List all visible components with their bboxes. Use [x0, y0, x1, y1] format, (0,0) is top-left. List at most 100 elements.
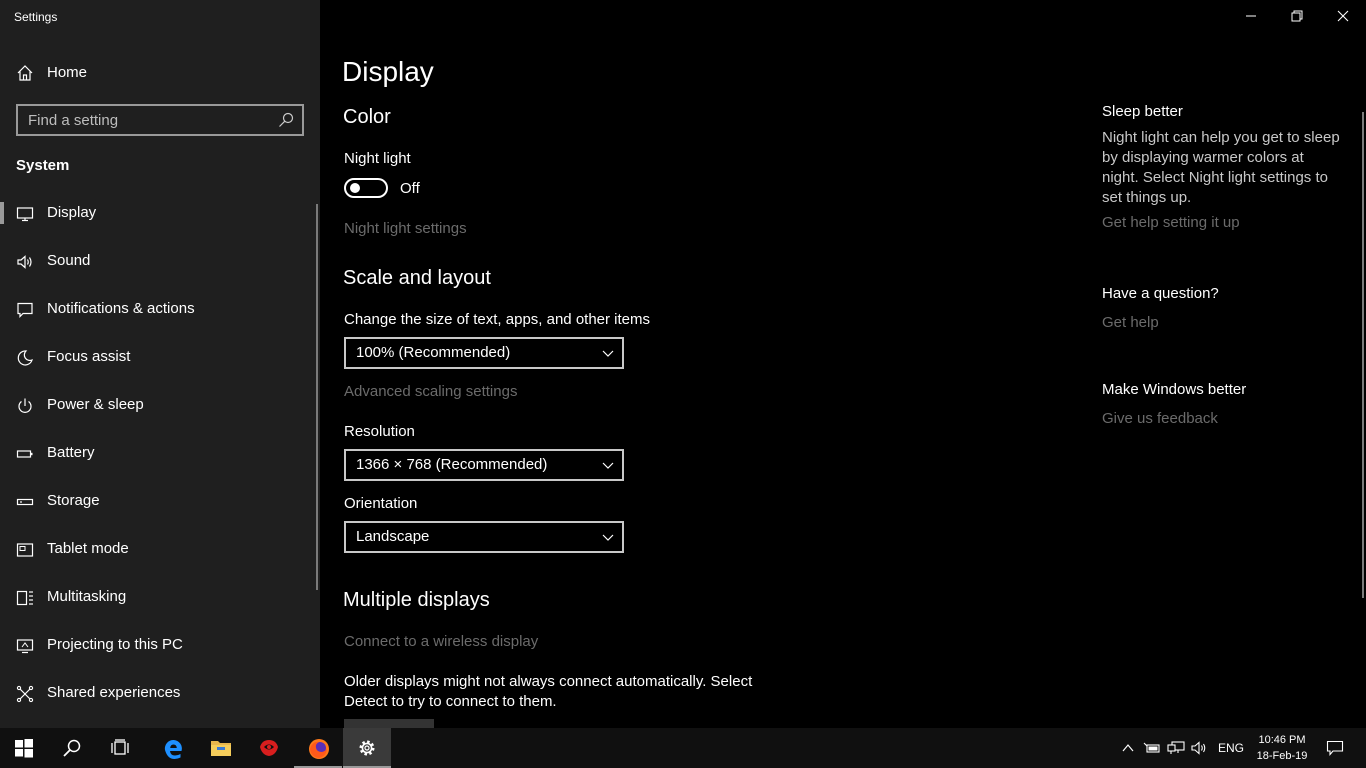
battery-plug-icon — [1143, 742, 1160, 753]
notification-icon — [17, 302, 33, 318]
action-center-button[interactable] — [1318, 728, 1352, 768]
sidebar-item-display[interactable]: Display — [0, 194, 320, 242]
help-sleep-better: Sleep better Night light can help you ge… — [1102, 103, 1342, 231]
task-view-icon — [111, 739, 129, 755]
sidebar-item-label: Shared experiences — [47, 684, 181, 701]
scale-dropdown[interactable]: 100% (Recommended) — [344, 337, 624, 369]
night-light-settings-link[interactable]: Night light settings — [344, 220, 467, 237]
sidebar-item-power-sleep[interactable]: Power & sleep — [0, 386, 320, 434]
help-title: Have a question? — [1102, 285, 1219, 302]
search-button[interactable] — [48, 728, 96, 768]
night-light-label: Night light — [344, 150, 411, 167]
garena-button[interactable] — [244, 728, 292, 768]
sidebar-item-sound[interactable]: Sound — [0, 242, 320, 290]
minimize-button[interactable] — [1228, 0, 1274, 32]
clock-date: 18-Feb-19 — [1256, 750, 1308, 762]
multiple-displays-heading: Multiple displays — [343, 589, 490, 611]
text-size-label: Change the size of text, apps, and other… — [344, 311, 651, 328]
detect-description: Older displays might not always connect … — [344, 673, 753, 710]
projecting-icon — [16, 639, 34, 654]
storage-icon — [16, 498, 34, 506]
help-question: Have a question? Get help — [1102, 285, 1219, 331]
home-nav-item[interactable]: Home — [0, 58, 320, 88]
get-help-link[interactable]: Get help — [1102, 314, 1219, 331]
section-label-system: System — [16, 157, 70, 174]
search-box[interactable] — [16, 104, 304, 136]
edge-button[interactable] — [148, 728, 196, 768]
search-input[interactable] — [18, 106, 278, 134]
monitor-icon — [16, 207, 34, 222]
restore-button[interactable] — [1274, 0, 1320, 32]
sidebar-item-shared-experiences[interactable]: Shared experiences — [0, 674, 320, 722]
action-center-icon — [1326, 740, 1344, 756]
chevron-down-icon — [602, 462, 614, 469]
night-light-toggle[interactable] — [344, 178, 388, 198]
sidebar-item-battery[interactable]: Battery — [0, 434, 320, 482]
volume-icon — [1191, 741, 1206, 755]
sidebar-item-label: Battery — [47, 444, 95, 461]
show-hidden-icons-button[interactable] — [1118, 728, 1138, 768]
edge-icon — [164, 740, 182, 759]
task-view-button[interactable] — [96, 728, 144, 768]
file-explorer-button[interactable] — [196, 728, 244, 768]
clock[interactable]: 10:46 PM 18-Feb-19 — [1254, 732, 1310, 764]
resolution-label: Resolution — [344, 423, 415, 440]
sidebar-item-tablet-mode[interactable]: Tablet mode — [0, 530, 320, 578]
volume-tray-button[interactable] — [1190, 728, 1210, 768]
scale-dropdown-value: 100% (Recommended) — [356, 344, 511, 361]
battery-tray-button[interactable] — [1142, 728, 1162, 768]
sidebar-item-storage[interactable]: Storage — [0, 482, 320, 530]
app-title: Settings — [14, 10, 58, 24]
sidebar: Settings Home System Display — [0, 0, 320, 728]
chevron-down-icon — [602, 350, 614, 357]
resolution-dropdown[interactable]: 1366 × 768 (Recommended) — [344, 449, 624, 481]
sidebar-item-label: Notifications & actions — [47, 300, 195, 317]
orientation-label: Orientation — [344, 495, 418, 512]
scale-layout-heading: Scale and layout — [343, 267, 491, 289]
help-feedback: Make Windows better Give us feedback — [1102, 381, 1246, 427]
folder-icon — [211, 741, 231, 756]
resolution-dropdown-value: 1366 × 768 (Recommended) — [356, 456, 548, 473]
firefox-button[interactable] — [294, 728, 342, 768]
close-button[interactable] — [1320, 0, 1366, 32]
gear-icon — [359, 740, 375, 756]
help-title: Make Windows better — [1102, 381, 1247, 398]
settings-taskbar-button[interactable] — [343, 728, 391, 768]
wireless-display-link[interactable]: Connect to a wireless display — [344, 633, 538, 650]
home-icon — [17, 65, 33, 81]
search-icon[interactable] — [278, 112, 294, 128]
minimize-icon — [1246, 15, 1256, 17]
help-setup-link[interactable]: Get help setting it up — [1102, 214, 1342, 231]
moon-icon — [17, 350, 33, 366]
advanced-scaling-link[interactable]: Advanced scaling settings — [344, 383, 517, 400]
windows-logo-icon — [15, 739, 33, 758]
sidebar-item-focus-assist[interactable]: Focus assist — [0, 338, 320, 386]
battery-icon — [16, 450, 33, 458]
sidebar-item-projecting[interactable]: Projecting to this PC — [0, 626, 320, 674]
language-indicator[interactable]: ENG — [1218, 741, 1244, 755]
sidebar-scrollbar[interactable] — [316, 204, 318, 590]
sidebar-item-label: Display — [47, 204, 97, 221]
start-button[interactable] — [0, 728, 48, 768]
network-tray-button[interactable] — [1166, 728, 1186, 768]
color-heading: Color — [343, 106, 391, 128]
chevron-down-icon — [602, 534, 614, 541]
feedback-link[interactable]: Give us feedback — [1102, 410, 1246, 427]
sidebar-item-label: Focus assist — [47, 348, 131, 365]
sidebar-item-multitasking[interactable]: Multitasking — [0, 578, 320, 626]
close-icon — [1337, 10, 1349, 22]
orientation-dropdown[interactable]: Landscape — [344, 521, 624, 553]
toggle-knob — [350, 183, 360, 193]
night-light-state: Off — [400, 180, 420, 197]
sidebar-item-label: Projecting to this PC — [47, 636, 183, 653]
speaker-icon — [17, 255, 32, 269]
sidebar-nav: Display Sound Notifications & actions Fo… — [0, 194, 320, 722]
restore-icon — [1291, 10, 1303, 22]
power-icon — [18, 398, 32, 413]
multitasking-icon — [16, 590, 33, 606]
home-label: Home — [47, 64, 88, 81]
detect-button[interactable] — [344, 719, 434, 728]
sidebar-item-notifications[interactable]: Notifications & actions — [0, 290, 320, 338]
main-scrollbar[interactable] — [1362, 112, 1364, 598]
firefox-icon — [309, 739, 329, 759]
